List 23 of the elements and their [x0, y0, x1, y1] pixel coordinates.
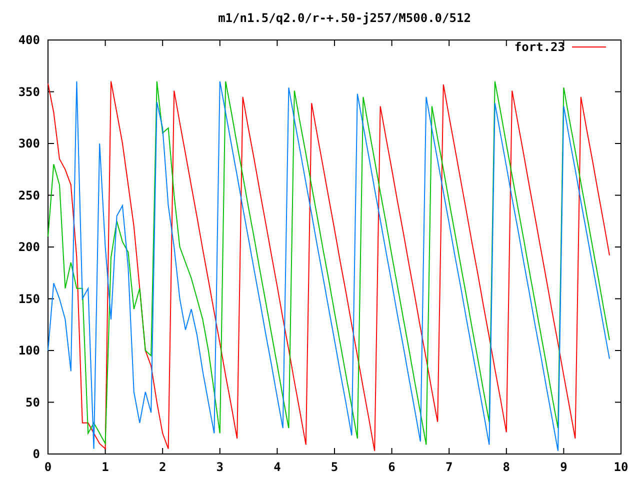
x-tick-label: 5: [330, 460, 338, 474]
x-tick-label: 1: [102, 460, 109, 474]
legend-line-sample: [572, 46, 606, 48]
y-tick-label: 250: [18, 188, 40, 202]
x-tick-label: 2: [158, 460, 166, 474]
x-tick-label: 10: [614, 460, 628, 474]
y-tick-label: 350: [18, 84, 40, 99]
x-tick-label: 3: [216, 460, 224, 474]
y-tick-label: 0: [32, 447, 40, 461]
chart-title: m1/n1.5/q2.0/r-+.50-j257/M500.0/512: [218, 11, 471, 25]
y-tick-label: 150: [18, 292, 40, 306]
x-tick-label: 9: [560, 460, 568, 474]
y-tick-label: 400: [18, 33, 40, 47]
y-tick-label: 50: [26, 395, 40, 410]
x-tick-label: 7: [445, 460, 453, 474]
legend-label: fort.23: [514, 40, 565, 54]
x-tick-label: 0: [44, 460, 52, 474]
x-tick-label: 8: [502, 460, 510, 474]
x-tick-label: 6: [388, 460, 396, 474]
y-tick-label: 200: [18, 240, 40, 254]
x-tick-label: 4: [274, 460, 281, 474]
y-tick-label: 100: [18, 344, 40, 358]
y-tick-label: 300: [18, 136, 40, 150]
